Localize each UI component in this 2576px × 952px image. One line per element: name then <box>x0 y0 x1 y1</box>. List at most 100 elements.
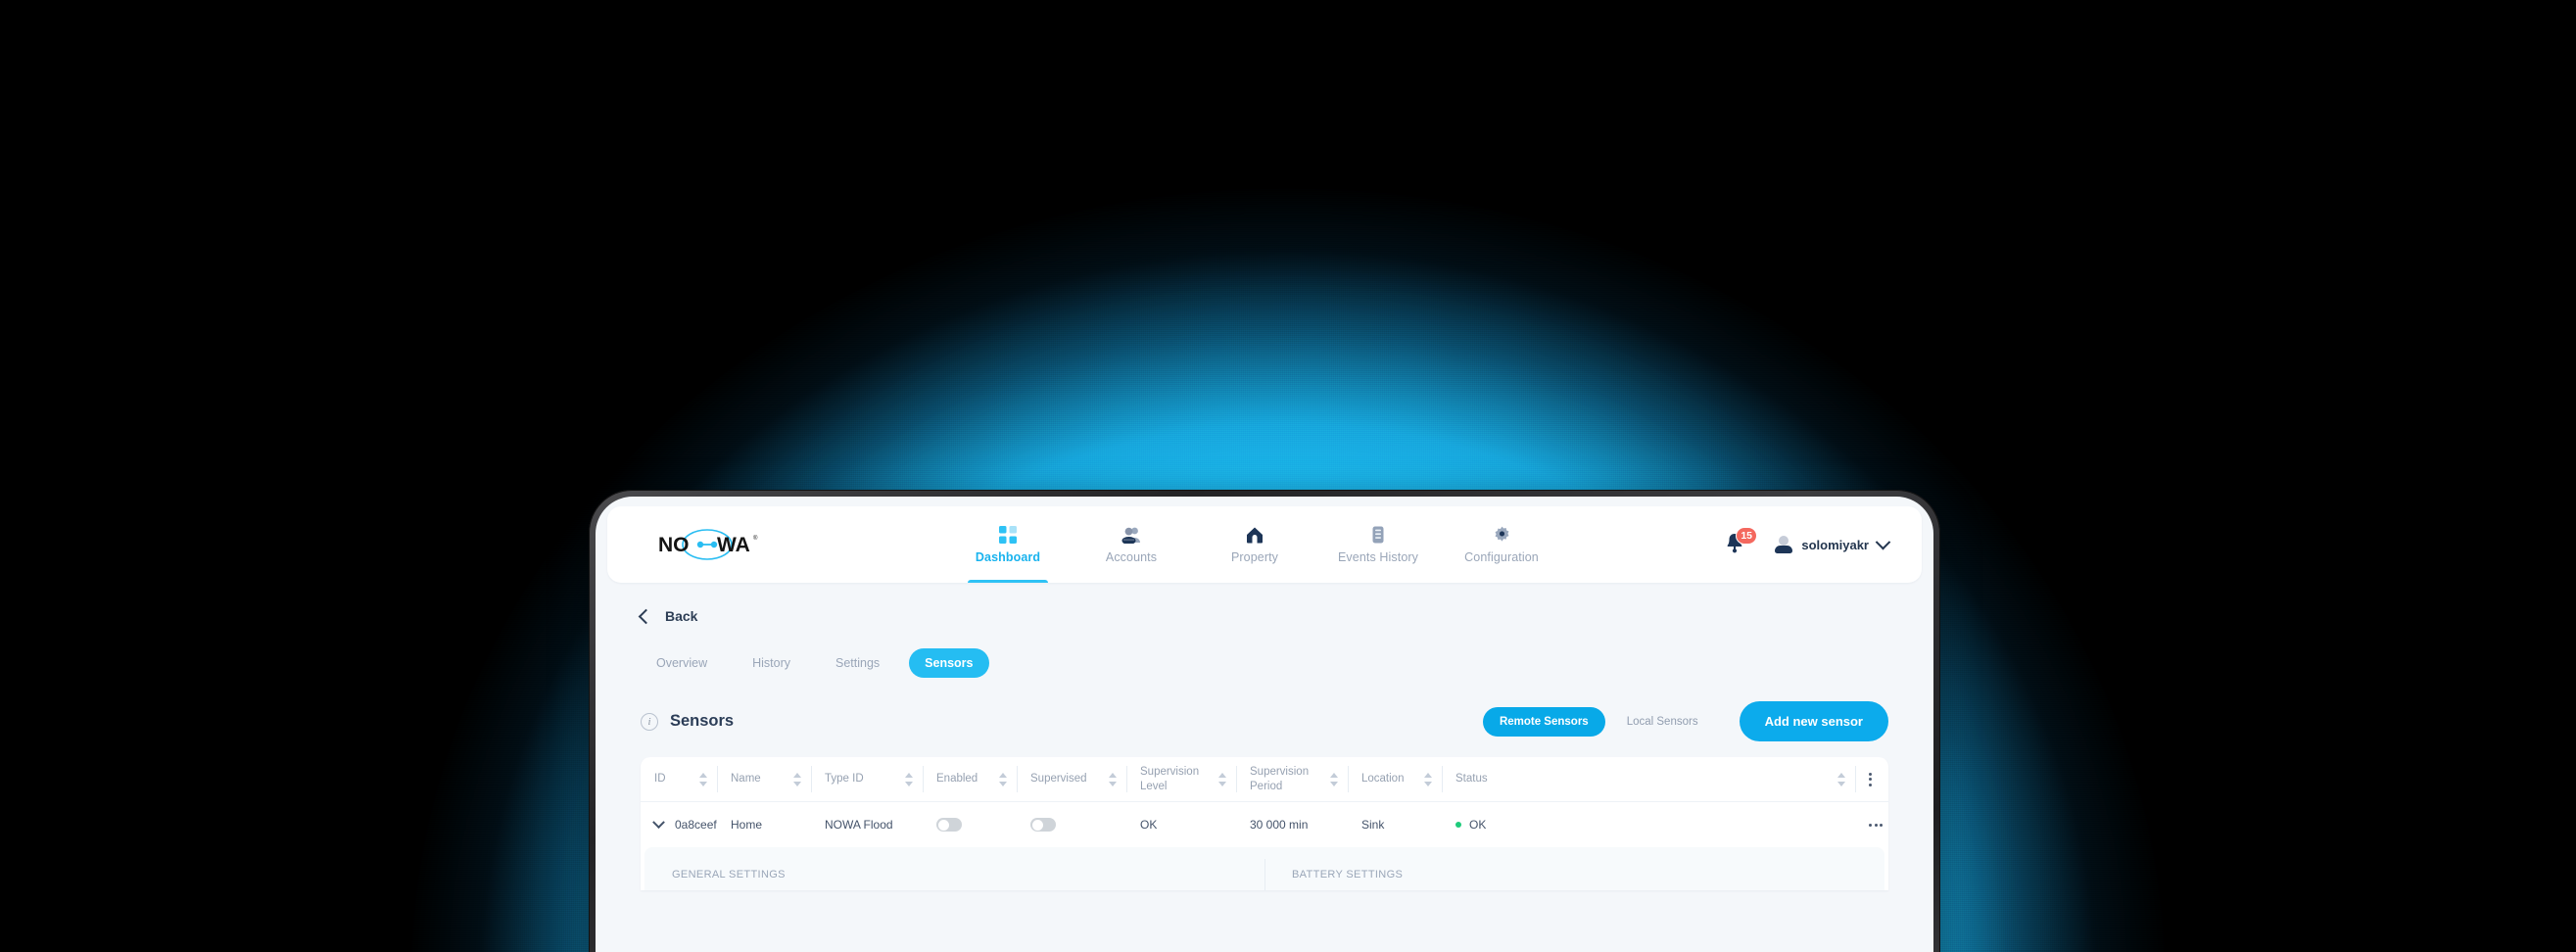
device-screen: NO WA ® Dashboard Accounts Property Even… <box>596 497 1933 952</box>
tab-settings[interactable]: Settings <box>820 648 895 678</box>
grid-icon <box>999 525 1017 545</box>
column-label: Name <box>731 773 761 785</box>
cell-id-value: 0a8ceef <box>675 818 717 832</box>
column-label: Status <box>1455 773 1488 785</box>
battery-settings-title: BATTERY SETTINGS <box>1292 869 1404 881</box>
nav-item-events-history[interactable]: Events History <box>1316 506 1440 583</box>
chevron-down-icon <box>1875 534 1891 549</box>
enabled-toggle[interactable] <box>936 818 962 832</box>
expanded-row-panel: GENERAL SETTINGS BATTERY SETTINGS <box>644 847 1884 890</box>
sort-icon[interactable] <box>999 772 1007 786</box>
column-header-enabled[interactable]: Enabled <box>923 757 1017 801</box>
column-header-supervised[interactable]: Supervised <box>1017 757 1126 801</box>
column-header-location[interactable]: Location <box>1348 757 1442 801</box>
cell-status: OK <box>1442 802 1855 847</box>
add-new-sensor-button[interactable]: Add new sensor <box>1739 701 1888 741</box>
column-label: Location <box>1361 773 1405 785</box>
general-settings-column: GENERAL SETTINGS <box>644 869 1264 890</box>
column-label: Supervised <box>1030 773 1087 785</box>
tab-sensors[interactable]: Sensors <box>909 648 989 678</box>
section-actions: Remote Sensors Local Sensors Add new sen… <box>1482 701 1888 741</box>
status-dot-icon <box>1455 822 1461 828</box>
tab-history[interactable]: History <box>737 648 806 678</box>
screenshot-stage: NO WA ® Dashboard Accounts Property Even… <box>0 0 2576 952</box>
column-label: Enabled <box>936 773 978 785</box>
cell-enabled <box>923 802 1017 847</box>
page-content: Back Overview History Settings Sensors i… <box>596 583 1933 890</box>
cell-row-actions <box>1855 802 1888 847</box>
nav-item-accounts[interactable]: Accounts <box>1070 506 1193 583</box>
back-label: Back <box>665 608 698 624</box>
nav-label-property: Property <box>1230 550 1279 564</box>
supervised-toggle[interactable] <box>1030 818 1056 832</box>
user-menu[interactable]: solomiyakr <box>1774 534 1891 554</box>
expand-row-icon[interactable] <box>652 815 665 829</box>
general-settings-title: GENERAL SETTINGS <box>672 869 786 881</box>
username-label: solomiyakr <box>1801 537 1869 552</box>
cell-supervision-level: OK <box>1140 818 1158 832</box>
column-header-type-id[interactable]: Type ID <box>811 757 923 801</box>
nav-item-dashboard[interactable]: Dashboard <box>946 506 1070 583</box>
notifications-button[interactable]: 15 <box>1725 527 1758 557</box>
cell-location: Sink <box>1361 818 1385 832</box>
back-button[interactable]: Back <box>638 608 1888 624</box>
column-label: Supervision Level <box>1140 766 1200 792</box>
notifications-badge: 15 <box>1736 527 1758 545</box>
column-label: Supervision Period <box>1250 766 1310 792</box>
tablet-device-frame: NO WA ® Dashboard Accounts Property Even… <box>589 490 1940 952</box>
remote-sensors-button[interactable]: Remote Sensors <box>1482 706 1605 737</box>
tab-overview[interactable]: Overview <box>641 648 723 678</box>
nav-label-dashboard: Dashboard <box>975 550 1041 564</box>
top-navbar: NO WA ® Dashboard Accounts Property Even… <box>607 506 1922 583</box>
svg-text:NO: NO <box>658 534 690 556</box>
chevron-left-icon <box>638 608 654 624</box>
battery-settings-column: BATTERY SETTINGS <box>1264 859 1884 890</box>
table-header-row: ID Name Type ID Enabled Supervised Super… <box>641 757 1888 802</box>
column-header-supervision-period[interactable]: Supervision Period <box>1236 757 1348 801</box>
column-header-id[interactable]: ID <box>641 757 717 801</box>
page-title: Sensors <box>670 712 735 730</box>
navbar-right-actions: 15 solomiyakr <box>1725 527 1891 557</box>
cell-type-id: NOWA Flood <box>825 818 893 832</box>
sort-icon[interactable] <box>699 772 707 786</box>
column-header-supervision-level[interactable]: Supervision Level <box>1126 757 1236 801</box>
nav-item-property[interactable]: Property <box>1193 506 1316 583</box>
section-tabs: Overview History Settings Sensors <box>641 648 1888 678</box>
column-label: Type ID <box>825 773 864 785</box>
nav-label-configuration: Configuration <box>1464 550 1539 564</box>
sort-icon[interactable] <box>1330 772 1338 786</box>
table-row[interactable]: 0a8ceef Home NOWA Flood OK 30 000 min Si… <box>641 802 1888 847</box>
nowa-logo-icon: NO WA ® <box>658 529 758 560</box>
sort-icon[interactable] <box>793 772 801 786</box>
cell-supervised <box>1017 802 1126 847</box>
column-header-name[interactable]: Name <box>717 757 811 801</box>
column-label: ID <box>654 773 666 785</box>
more-options-icon[interactable] <box>1869 772 1872 786</box>
avatar <box>1774 535 1792 554</box>
row-more-options-icon[interactable] <box>1869 823 1883 827</box>
document-icon <box>1369 525 1387 545</box>
sort-icon[interactable] <box>1424 772 1432 786</box>
svg-text:WA: WA <box>717 534 750 556</box>
sort-icon[interactable] <box>1218 772 1226 786</box>
nav-item-configuration[interactable]: Configuration <box>1440 506 1563 583</box>
status-badge: OK <box>1469 818 1487 832</box>
sensors-table: ID Name Type ID Enabled Supervised Super… <box>641 757 1888 890</box>
sort-icon[interactable] <box>905 772 913 786</box>
cell-supervision-period: 30 000 min <box>1250 818 1309 832</box>
cell-id: 0a8ceef <box>641 802 717 847</box>
nav-label-events-history: Events History <box>1338 550 1418 564</box>
nav-label-accounts: Accounts <box>1105 550 1158 564</box>
info-icon[interactable]: i <box>641 712 658 731</box>
svg-text:®: ® <box>753 535 758 542</box>
local-sensors-button[interactable]: Local Sensors <box>1605 707 1720 737</box>
home-icon <box>1246 525 1264 545</box>
column-header-status[interactable]: Status <box>1442 757 1855 801</box>
sort-icon[interactable] <box>1837 772 1845 786</box>
users-icon <box>1121 525 1141 545</box>
sensors-section-header: i Sensors Remote Sensors Local Sensors A… <box>641 701 1888 741</box>
nowa-logo[interactable]: NO WA ® <box>654 526 760 563</box>
sort-icon[interactable] <box>1109 772 1117 786</box>
column-header-options[interactable] <box>1855 757 1888 801</box>
nav-active-underline <box>968 580 1048 583</box>
